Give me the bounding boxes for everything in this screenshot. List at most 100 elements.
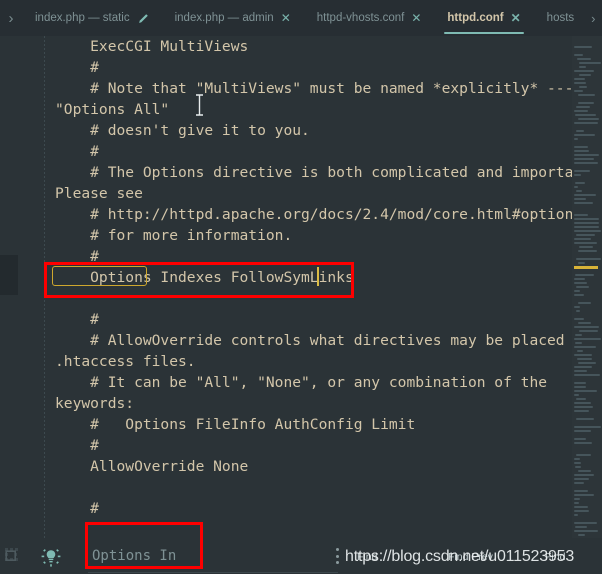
- minimap-line: [575, 274, 594, 276]
- minimap-line: [574, 218, 599, 220]
- minimap-line: [574, 390, 597, 392]
- minimap-line: [574, 506, 588, 508]
- minimap-line: [578, 470, 591, 472]
- minimap-line: [577, 350, 583, 352]
- minimap-line: [578, 534, 585, 536]
- close-icon[interactable]: ✕: [411, 12, 421, 24]
- minimap-line: [574, 462, 581, 464]
- minimap-line: [574, 530, 598, 532]
- code-line: keywords:: [55, 395, 135, 412]
- tab-label: hosts: [546, 12, 575, 24]
- minimap-line: [575, 114, 596, 116]
- minimap-line: [577, 58, 591, 60]
- code-line: # The Options directive is both complica…: [55, 164, 600, 181]
- minimap-line: [574, 174, 581, 176]
- minimap-line: [574, 522, 597, 524]
- tab-hosts[interactable]: hosts: [534, 0, 588, 36]
- minimap-line: [574, 46, 592, 48]
- code-line-highlighted: Options Indexes FollowSymLinks: [52, 265, 572, 288]
- minimap-line: [574, 282, 587, 284]
- minimap-line: [578, 302, 591, 304]
- tab-label: index.php — static: [35, 12, 130, 24]
- editor-window: › index.php — static index.php — admin ✕…: [0, 0, 602, 574]
- minimap-line: [577, 358, 592, 360]
- minimap-line: [574, 90, 583, 92]
- code-line: # AllowOverride controls what directives…: [55, 332, 591, 349]
- minimap-line: [574, 162, 598, 164]
- tab-scroll-left-icon[interactable]: ›: [0, 0, 22, 36]
- minimap-line: [574, 158, 594, 160]
- minimap-line: [574, 494, 594, 496]
- minimap-line: [574, 438, 586, 440]
- find-bar: Find Find Prev Find https://blog.csdn.ne…: [0, 538, 602, 574]
- code-line: Please see: [55, 185, 143, 202]
- close-icon[interactable]: ✕: [511, 12, 521, 24]
- minimap-line: [574, 202, 593, 204]
- tab-httpd-conf[interactable]: httpd.conf ✕: [434, 0, 533, 36]
- minimap-line: [574, 290, 580, 292]
- code-line: #: [55, 311, 99, 328]
- minimap-line: [579, 74, 591, 76]
- minimap-line: [574, 382, 586, 384]
- minimap-line: [574, 306, 580, 308]
- minimap-line: [575, 526, 587, 528]
- text-caret: [317, 267, 319, 286]
- code-line: # http://httpd.apache.org/docs/2.4/mod/c…: [55, 206, 583, 223]
- panel-toggle-icon[interactable]: [4, 547, 22, 565]
- code-editor-area[interactable]: ExecCGI MultiViews # # Note that "MultiV…: [0, 36, 602, 538]
- close-icon[interactable]: ✕: [281, 12, 291, 24]
- minimap-line: [576, 398, 586, 400]
- minimap[interactable]: [572, 36, 602, 538]
- minimap-line: [574, 134, 595, 136]
- code-line: "Options All": [55, 101, 170, 118]
- minimap-line: [578, 362, 596, 364]
- tab-index-php-admin[interactable]: index.php — admin ✕: [162, 0, 304, 36]
- minimap-line: [574, 194, 596, 196]
- watermark-text: https://blog.csdn.net/u011523953: [345, 548, 575, 565]
- code-line: #: [55, 437, 99, 454]
- minimap-line: [574, 394, 579, 396]
- minimap-line: [574, 138, 578, 140]
- code-line: #: [55, 59, 99, 76]
- minimap-line: [574, 186, 578, 188]
- tab-index-php-static[interactable]: index.php — static: [22, 0, 162, 36]
- minimap-line: [579, 246, 593, 248]
- minimap-line: [574, 474, 594, 476]
- code-line: # for more information.: [55, 227, 293, 244]
- lightbulb-icon[interactable]: [40, 546, 62, 568]
- tab-scroll-right-icon[interactable]: ›: [587, 0, 599, 36]
- minimap-line: [574, 170, 590, 172]
- minimap-line: [576, 258, 601, 260]
- code-line: .htaccess files.: [55, 353, 196, 370]
- tab-httpd-vhosts-conf[interactable]: httpd-vhosts.conf ✕: [304, 0, 435, 36]
- minimap-line: [574, 490, 588, 492]
- minimap-line: [574, 150, 589, 152]
- minimap-line: [574, 110, 588, 112]
- minimap-line: [578, 94, 595, 96]
- minimap-line: [574, 406, 593, 408]
- find-input[interactable]: [92, 544, 200, 569]
- minimap-line: [574, 214, 588, 216]
- minimap-line: [574, 222, 599, 224]
- minimap-line: [574, 122, 598, 124]
- minimap-line: [576, 130, 584, 132]
- minimap-line: [574, 70, 594, 72]
- minimap-line: [574, 510, 589, 512]
- minimap-line: [576, 106, 590, 108]
- pencil-icon[interactable]: [137, 13, 149, 25]
- minimap-line: [574, 458, 580, 460]
- minimap-line: [576, 234, 595, 236]
- minimap-line: [574, 386, 586, 388]
- kebab-menu-icon[interactable]: [336, 548, 340, 564]
- tab-bar: › index.php — static index.php — admin ✕…: [0, 0, 602, 36]
- code-line: ExecCGI MultiViews: [55, 38, 249, 55]
- minimap-line: [579, 62, 601, 64]
- minimap-line: [574, 430, 591, 432]
- tab-label: index.php — admin: [174, 12, 274, 24]
- minimap-line: [574, 78, 585, 80]
- code-text[interactable]: ExecCGI MultiViews # # Note that "MultiV…: [52, 36, 600, 519]
- minimap-line: [574, 54, 583, 56]
- minimap-line: [575, 342, 582, 344]
